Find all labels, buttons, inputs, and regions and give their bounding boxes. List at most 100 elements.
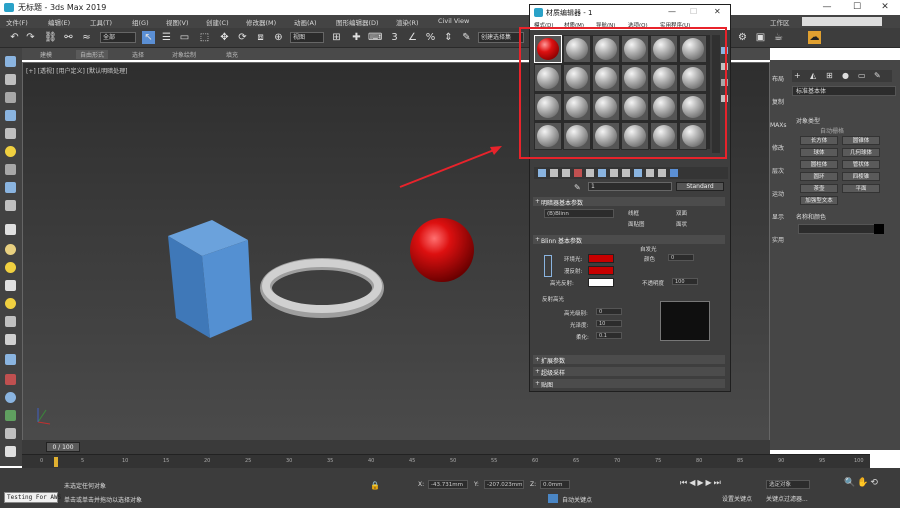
show-map-icon[interactable] xyxy=(634,169,642,177)
hierarchy-icon[interactable] xyxy=(5,354,16,365)
soften-value[interactable]: 0.1 xyxy=(596,332,622,339)
side-button-display[interactable]: 显示 xyxy=(770,206,786,229)
lock-ambient-diffuse-icon[interactable] xyxy=(544,255,552,277)
box-button[interactable]: 长方体 xyxy=(800,136,838,145)
go-sibling-icon[interactable] xyxy=(670,169,678,177)
lights-icon[interactable] xyxy=(5,92,16,103)
self-illum-color-checkbox[interactable]: 颜色 xyxy=(644,255,655,263)
cameras-icon[interactable] xyxy=(5,110,16,121)
textplus-button[interactable]: 加强型文本 xyxy=(800,196,838,205)
two-sided-checkbox[interactable]: 双面 xyxy=(676,209,687,217)
select-by-name-icon[interactable]: ☰ xyxy=(160,31,173,44)
sphere-button[interactable]: 球体 xyxy=(800,148,838,157)
sunlight-icon[interactable] xyxy=(5,298,16,309)
daylight-icon[interactable] xyxy=(5,262,16,273)
specular-level-value[interactable]: 0 xyxy=(596,308,622,315)
undo-icon[interactable]: ↶ xyxy=(8,31,21,44)
time-slider[interactable]: 0 / 100 xyxy=(22,440,770,454)
maximize-button[interactable]: ☐ xyxy=(842,1,872,14)
name-color-header[interactable]: 名称和颜色 xyxy=(796,212,826,221)
face-map-checkbox[interactable]: 面贴图 xyxy=(628,220,645,228)
put-material-icon[interactable] xyxy=(550,169,558,177)
blinn-rollout-header[interactable]: + Blinn 基本参数 xyxy=(533,235,725,245)
material-editor-titlebar[interactable]: 材质编辑器 - 1 — ☐ ✕ xyxy=(530,5,730,20)
frame-counter[interactable]: 0 / 100 xyxy=(46,442,80,452)
menu-rendering[interactable]: 渲染(R) xyxy=(396,17,419,27)
autokey-button[interactable]: 自动关键点 xyxy=(562,495,592,504)
ribbon-tab-freeform[interactable]: 自由形式 xyxy=(76,50,109,59)
side-button-maxs[interactable]: MAXs xyxy=(770,114,787,137)
menu-edit[interactable]: 编辑(E) xyxy=(48,17,70,27)
shader-type-dropdown[interactable]: (B)Blinn xyxy=(544,209,614,218)
side-button-copy[interactable]: 复制 xyxy=(770,91,786,114)
self-illum-value[interactable]: 0 xyxy=(668,254,694,261)
selection-filter-dropdown[interactable]: 全部 xyxy=(100,32,136,43)
viewport-nav-icons[interactable]: 🔍✋⟲ xyxy=(844,478,880,488)
spacewarps-icon[interactable] xyxy=(5,164,16,175)
graphite-icon[interactable] xyxy=(5,200,16,211)
a360-icon[interactable]: ☁ xyxy=(808,31,821,44)
menu-file[interactable]: 文件(F) xyxy=(6,17,28,27)
menu-views[interactable]: 视图(V) xyxy=(166,17,189,27)
tube-button[interactable]: 管状体 xyxy=(842,160,880,169)
scale-icon[interactable]: ⧈ xyxy=(254,31,267,44)
z-coordinate-field[interactable]: 0.0mm xyxy=(540,480,570,489)
select-object-icon[interactable]: ↖ xyxy=(142,31,155,44)
minimize-button[interactable]: — xyxy=(812,1,842,14)
maxscript-listener[interactable]: Testing For AWS xyxy=(4,492,61,503)
angle-snap-icon[interactable]: ∠ xyxy=(406,31,419,44)
motion-tab-icon[interactable]: ● xyxy=(842,71,849,80)
pivot-center-icon[interactable]: ⊞ xyxy=(330,31,343,44)
object-color-swatch[interactable] xyxy=(874,224,884,234)
side-button-modify[interactable]: 修改 xyxy=(770,137,786,160)
rect-selection-icon[interactable]: ▭ xyxy=(178,31,191,44)
category-dropdown[interactable]: 标准基本体 xyxy=(792,86,896,96)
menu-graph-editors[interactable]: 图形编辑器(D) xyxy=(336,17,379,27)
settings-icon[interactable] xyxy=(5,428,16,439)
systems-icon[interactable] xyxy=(5,182,16,193)
create-tab-icon[interactable]: + xyxy=(794,71,801,80)
torus-button[interactable]: 圆环 xyxy=(800,172,838,181)
selected-dropdown[interactable]: 选定对象 xyxy=(766,480,810,489)
shapes-icon[interactable] xyxy=(5,74,16,85)
rotate-icon[interactable]: ⟳ xyxy=(236,31,249,44)
faceted-checkbox[interactable]: 面状 xyxy=(676,220,687,228)
show-end-result-icon[interactable] xyxy=(646,169,654,177)
object-type-header[interactable]: 对象类型 xyxy=(796,116,820,125)
shader-rollout-header[interactable]: + 明暗器基本参数 xyxy=(533,197,725,207)
cylinder-button[interactable]: 圆柱体 xyxy=(800,160,838,169)
matwin-minimize-button[interactable]: — xyxy=(668,7,676,16)
hierarchy-tab-icon[interactable]: ⊞ xyxy=(826,71,833,80)
modify-tab-icon[interactable]: ◭ xyxy=(810,71,816,80)
supersampling-rollout[interactable]: + 超级采样 xyxy=(533,367,725,377)
assign-material-icon[interactable] xyxy=(562,169,570,177)
menu-animation[interactable]: 动画(A) xyxy=(294,17,317,27)
opacity-value[interactable]: 100 xyxy=(672,278,698,285)
place-icon[interactable]: ⊕ xyxy=(272,31,285,44)
wrench-icon[interactable] xyxy=(5,446,16,457)
menu-tools[interactable]: 工具(T) xyxy=(90,17,112,27)
copy-material-icon[interactable] xyxy=(586,169,594,177)
select-manipulate-icon[interactable]: ✚ xyxy=(350,31,363,44)
pyramid-button[interactable]: 四棱锥 xyxy=(842,172,880,181)
create-icon[interactable] xyxy=(5,56,16,67)
matwin-maximize-button[interactable]: ☐ xyxy=(690,7,697,16)
reset-map-icon[interactable] xyxy=(574,169,582,177)
spinner-snap-icon[interactable]: ⇕ xyxy=(442,31,455,44)
rendered-frame-icon[interactable]: ▣ xyxy=(754,31,767,44)
named-selection-icon[interactable]: ✎ xyxy=(460,31,473,44)
effects-channel-icon[interactable] xyxy=(622,169,630,177)
object-name-field[interactable] xyxy=(798,224,880,234)
get-material-icon[interactable] xyxy=(538,169,546,177)
percent-snap-icon[interactable]: % xyxy=(424,31,437,44)
render-setup-icon[interactable]: ⚙ xyxy=(736,31,749,44)
menu-group[interactable]: 组(G) xyxy=(132,17,149,27)
globe-icon[interactable] xyxy=(5,392,16,403)
teapot-button[interactable]: 茶壶 xyxy=(800,184,838,193)
redo-icon[interactable]: ↷ xyxy=(24,31,37,44)
side-button-motion[interactable]: 运动 xyxy=(770,183,786,206)
ambient-color-swatch[interactable] xyxy=(588,254,614,263)
lock-icon[interactable]: 🔒 xyxy=(370,481,380,490)
material-type-button[interactable]: Standard xyxy=(676,182,724,191)
container-icon[interactable] xyxy=(5,316,16,327)
